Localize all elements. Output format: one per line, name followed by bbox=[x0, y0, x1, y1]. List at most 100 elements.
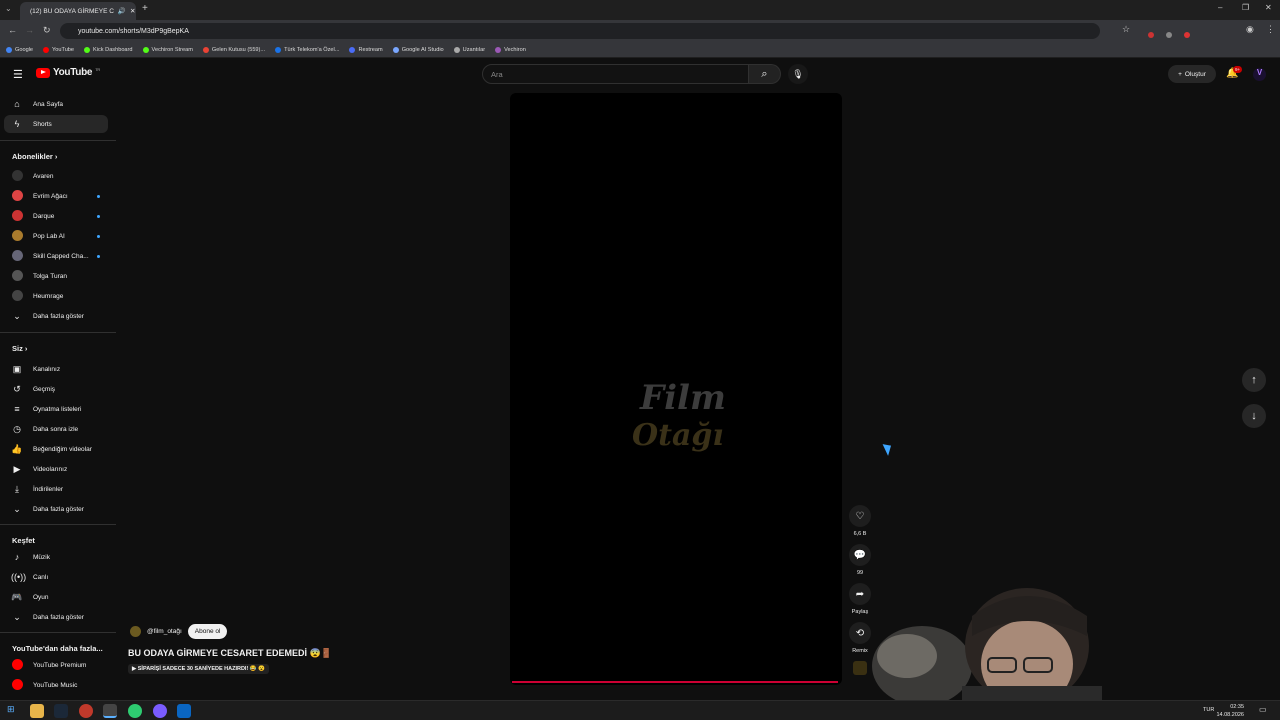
youtube-logo[interactable]: YouTube TR bbox=[36, 67, 100, 78]
create-button[interactable]: + Oluştur bbox=[1168, 65, 1216, 83]
hamburger-menu-icon[interactable]: ☰ bbox=[13, 68, 23, 81]
sidebar-item-live[interactable]: ((•)) Canlı bbox=[4, 568, 108, 586]
sidebar-item-youtube-premium[interactable]: YouTube Premium bbox=[4, 656, 108, 674]
search-button[interactable]: ⌕ bbox=[749, 64, 781, 84]
language-indicator[interactable]: TUR bbox=[1203, 707, 1214, 713]
short-related-link[interactable]: ▶ SİPARİŞİ SADECE 30 SANİYEDE HAZIRDI! 😂… bbox=[128, 664, 270, 674]
search-icon: ⌕ bbox=[761, 67, 768, 80]
account-avatar[interactable]: V bbox=[1253, 68, 1266, 81]
profile-icon[interactable]: ◉ bbox=[1246, 24, 1254, 35]
show-more-explore[interactable]: ⌄ Daha fazla göster bbox=[4, 608, 108, 626]
minimize-icon[interactable]: – bbox=[1218, 3, 1222, 12]
tab-list-icon[interactable]: ⌄ bbox=[5, 4, 12, 13]
search-input[interactable]: Ara bbox=[482, 64, 749, 84]
sidebar-item-playlists[interactable]: ≡ Oynatma listeleri bbox=[4, 400, 108, 418]
show-more-subscriptions[interactable]: ⌄ Daha fazla göster bbox=[4, 307, 108, 325]
browser-tab[interactable]: (12) BU ODAYA GİRMEYE C 🔊 ✕ bbox=[20, 2, 136, 20]
sidebar-item-subscription[interactable]: Heumrage bbox=[4, 287, 108, 305]
bookmark-item[interactable]: Kick Dashboard bbox=[84, 46, 133, 53]
sidebar-item-subscription[interactable]: Darque bbox=[4, 207, 108, 225]
sidebar-item-subscription[interactable]: Avaren bbox=[4, 167, 108, 185]
sidebar-item-liked-videos[interactable]: 👍 Beğendiğim videolar bbox=[4, 440, 108, 458]
subscribe-button[interactable]: Abone ol bbox=[187, 624, 228, 639]
subscriptions-heading[interactable]: Abonelikler › bbox=[12, 152, 57, 161]
youtube-play-icon bbox=[36, 67, 50, 78]
system-clock[interactable]: 02:35 14.08.2026 bbox=[1216, 703, 1244, 719]
sidebar-item-watch-later[interactable]: ◷ Daha sonra izle bbox=[4, 420, 108, 438]
youtube-premium-icon bbox=[11, 658, 23, 670]
sidebar-item-subscription[interactable]: Tolga Turan bbox=[4, 267, 108, 285]
webcam-person-image bbox=[872, 588, 1102, 700]
comments-button[interactable]: 💬 bbox=[849, 544, 871, 566]
reload-icon[interactable]: ↻ bbox=[43, 25, 51, 36]
sidebar-item-subscription[interactable]: Pop Lab AI bbox=[4, 227, 108, 245]
app-icon[interactable] bbox=[79, 704, 93, 718]
bookmark-item[interactable]: Gelen Kutusu (559)... bbox=[202, 46, 265, 53]
notification-center-icon[interactable]: ▭ bbox=[1259, 705, 1267, 714]
close-window-icon[interactable]: ✕ bbox=[1265, 3, 1272, 12]
bookmark-item[interactable]: Türk Telekom'a Özel... bbox=[275, 46, 339, 53]
sidebar-item-music[interactable]: ♪ Müzik bbox=[4, 548, 108, 566]
divider bbox=[0, 140, 116, 141]
bookmark-item[interactable]: Vechiron bbox=[495, 46, 526, 53]
channel-avatar[interactable] bbox=[130, 626, 141, 637]
sidebar-item-subscription[interactable]: Skill Capped Cha... bbox=[4, 247, 108, 265]
clock-icon: ◷ bbox=[13, 423, 21, 434]
bookmark-item[interactable]: YouTube bbox=[43, 46, 74, 53]
like-button[interactable]: ♡ bbox=[849, 505, 871, 527]
sidebar-item-downloads[interactable]: ⤓ İndirilenler bbox=[4, 480, 108, 498]
arrow-down-icon: ↓ bbox=[1251, 410, 1257, 422]
channel-name[interactable]: @film_otağı bbox=[147, 628, 182, 635]
sidebar-item-subscription[interactable]: Evrim Ağacı bbox=[4, 187, 108, 205]
chevron-down-icon: ⌄ bbox=[13, 611, 21, 622]
avatar bbox=[11, 289, 23, 301]
extension-icon[interactable] bbox=[1184, 25, 1190, 43]
menu-dots-icon[interactable]: ⋮ bbox=[1266, 24, 1275, 35]
extension-icon[interactable] bbox=[1166, 25, 1172, 43]
discord-icon[interactable] bbox=[153, 704, 167, 718]
sidebar-item-home[interactable]: ⌂ Ana Sayfa bbox=[4, 95, 108, 113]
maximize-icon[interactable]: ❐ bbox=[1242, 3, 1249, 12]
vscode-icon[interactable] bbox=[177, 704, 191, 718]
divider bbox=[0, 632, 116, 633]
mic-icon: 🎙 bbox=[792, 68, 804, 79]
like-count: 6,6 B bbox=[853, 531, 867, 537]
sidebar-item-youtube-music[interactable]: YouTube Music bbox=[4, 676, 108, 694]
bookmark-item[interactable]: Vechiron Stream bbox=[142, 46, 193, 53]
bookmark-star-icon[interactable]: ☆ bbox=[1122, 24, 1130, 35]
avatar bbox=[11, 249, 23, 261]
file-explorer-icon[interactable] bbox=[30, 704, 44, 718]
sidebar-item-shorts[interactable]: ϟ Shorts bbox=[4, 115, 108, 133]
extension-icon[interactable] bbox=[1148, 25, 1154, 43]
address-bar[interactable]: youtube.com/shorts/M3dP9gBepKA bbox=[60, 23, 1100, 39]
you-heading[interactable]: Siz › bbox=[12, 344, 27, 353]
plus-icon: + bbox=[1178, 70, 1182, 78]
sidebar-item-your-channel[interactable]: ▣ Kanalınız bbox=[4, 360, 108, 378]
chrome-icon[interactable] bbox=[103, 704, 117, 718]
sidebar-item-your-videos[interactable]: ▶ Videolarınız bbox=[4, 460, 108, 478]
playlist-icon: ≡ bbox=[14, 404, 20, 414]
video-progress-bar[interactable] bbox=[512, 681, 838, 683]
sidebar-item-history[interactable]: ↺ Geçmiş bbox=[4, 380, 108, 398]
avatar bbox=[11, 209, 23, 221]
sidebar-item-gaming[interactable]: 🎮 Oyun bbox=[4, 588, 108, 606]
tab-close-icon[interactable]: ✕ bbox=[130, 7, 135, 15]
steam-icon[interactable] bbox=[54, 704, 68, 718]
app-icon[interactable] bbox=[128, 704, 142, 718]
windows-start-icon[interactable]: ⊞ bbox=[7, 704, 15, 715]
channel-info: @film_otağı Abone ol bbox=[130, 624, 228, 639]
bookmark-item[interactable]: Google AI Studio bbox=[392, 46, 444, 53]
bookmark-item[interactable]: Restream bbox=[349, 46, 383, 53]
voice-search-button[interactable]: 🎙 bbox=[788, 64, 808, 84]
new-tab-icon[interactable]: + bbox=[142, 3, 148, 14]
back-icon[interactable]: ← bbox=[8, 25, 17, 35]
bookmark-item[interactable]: Uzantılar bbox=[453, 46, 485, 53]
show-more-you[interactable]: ⌄ Daha fazla göster bbox=[4, 500, 108, 518]
webcam-overlay bbox=[862, 586, 1280, 700]
forward-icon[interactable]: → bbox=[25, 25, 34, 35]
previous-short-button[interactable]: ↑ bbox=[1242, 368, 1266, 392]
bookmark-item[interactable]: Google bbox=[6, 46, 33, 53]
gamepad-icon: 🎮 bbox=[11, 591, 23, 602]
next-short-button[interactable]: ↓ bbox=[1242, 404, 1266, 428]
short-title[interactable]: BU ODAYA GİRMEYE CESARET EDEMEDİ 😨🚪 bbox=[128, 648, 332, 659]
